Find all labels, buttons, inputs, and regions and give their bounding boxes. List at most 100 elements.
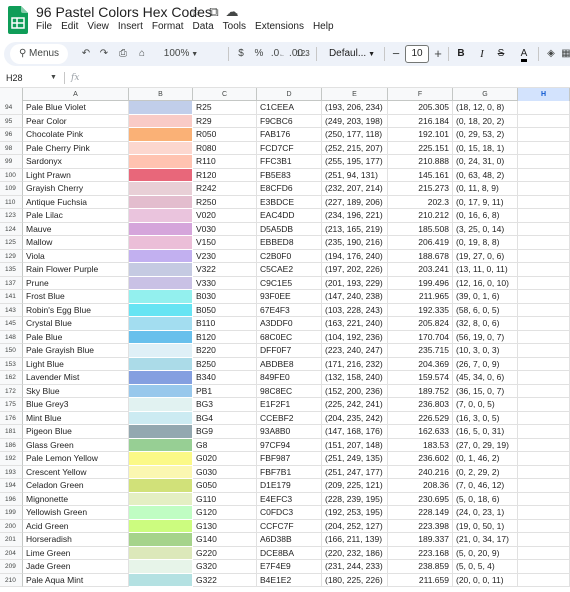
cell-color-swatch[interactable] xyxy=(129,222,193,236)
cell-color-name[interactable]: Lavender Mist xyxy=(23,371,129,385)
cell-color-swatch[interactable] xyxy=(129,425,193,439)
cell-color-swatch[interactable] xyxy=(129,128,193,142)
redo-icon[interactable]: ↷ xyxy=(96,42,112,66)
cell-cmyk-value[interactable]: (26, 7, 0, 9) xyxy=(453,357,518,371)
cell-color-code[interactable]: R29 xyxy=(193,114,257,128)
cell-color-swatch[interactable] xyxy=(129,290,193,304)
cell-empty-h[interactable] xyxy=(518,573,570,587)
cell-color-swatch[interactable] xyxy=(129,155,193,169)
cell-rgb-value[interactable]: (147, 168, 176) xyxy=(322,425,388,439)
cell-cmyk-value[interactable]: (0, 29, 53, 2) xyxy=(453,128,518,142)
cell-rgb-value[interactable]: (251, 94, 131) xyxy=(322,168,388,182)
cell-empty-h[interactable] xyxy=(518,101,570,115)
cell-rgb-value[interactable]: (192, 253, 195) xyxy=(322,506,388,520)
cell-hex-code[interactable]: FBF987 xyxy=(257,452,322,466)
cell-color-code[interactable]: B110 xyxy=(193,317,257,331)
cell-color-name[interactable]: Crystal Blue xyxy=(23,317,129,331)
borders-icon[interactable]: ▦ xyxy=(560,42,570,66)
cell-color-swatch[interactable] xyxy=(129,560,193,574)
cell-empty-h[interactable] xyxy=(518,506,570,520)
cell-color-swatch[interactable] xyxy=(129,101,193,115)
column-header-f[interactable]: F xyxy=(388,88,453,101)
increase-font-size-button[interactable]: + xyxy=(432,42,444,66)
cell-color-swatch[interactable] xyxy=(129,465,193,479)
cloud-status-icon[interactable]: ☁ xyxy=(224,4,240,20)
cell-color-swatch[interactable] xyxy=(129,182,193,196)
cell-rgb-value[interactable]: (197, 202, 226) xyxy=(322,263,388,277)
cell-rgb-value[interactable]: (163, 221, 240) xyxy=(322,317,388,331)
cell-color-code[interactable]: B340 xyxy=(193,371,257,385)
cell-cmyk-value[interactable]: (32, 8, 0, 6) xyxy=(453,317,518,331)
cell-cmyk-value[interactable]: (5, 0, 18, 6) xyxy=(453,492,518,506)
cell-hex-code[interactable]: ABDBE8 xyxy=(257,357,322,371)
cell-cmyk-value[interactable]: (24, 0, 23, 1) xyxy=(453,506,518,520)
cell-empty-h[interactable] xyxy=(518,303,570,317)
cell-rgb-value[interactable]: (204, 252, 127) xyxy=(322,519,388,533)
cell-rgb-value[interactable]: (104, 192, 236) xyxy=(322,330,388,344)
cell-hex-code[interactable]: DCE8BA xyxy=(257,546,322,560)
row-number[interactable]: 141 xyxy=(0,290,23,304)
cell-hex-code[interactable]: A6D38B xyxy=(257,533,322,547)
cell-cmyk-value[interactable]: (7, 0, 0, 5) xyxy=(453,398,518,412)
cell-color-swatch[interactable] xyxy=(129,263,193,277)
cell-color-swatch[interactable] xyxy=(129,114,193,128)
cell-color-swatch[interactable] xyxy=(129,141,193,155)
cell-empty-h[interactable] xyxy=(518,533,570,547)
cell-value-f[interactable]: 240.216 xyxy=(388,465,453,479)
star-icon[interactable]: ☆ xyxy=(188,4,204,20)
row-number[interactable]: 110 xyxy=(0,195,23,209)
cell-color-swatch[interactable] xyxy=(129,492,193,506)
cell-rgb-value[interactable]: (151, 207, 148) xyxy=(322,438,388,452)
cell-color-name[interactable]: Sky Blue xyxy=(23,384,129,398)
cell-color-name[interactable]: Robin's Egg Blue xyxy=(23,303,129,317)
cell-hex-code[interactable]: EBBED8 xyxy=(257,236,322,250)
cell-cmyk-value[interactable]: (0, 24, 31, 0) xyxy=(453,155,518,169)
menu-help[interactable]: Help xyxy=(313,21,334,33)
cell-color-name[interactable]: Jade Green xyxy=(23,560,129,574)
row-number[interactable]: 194 xyxy=(0,479,23,493)
cell-cmyk-value[interactable]: (16, 5, 0, 31) xyxy=(453,425,518,439)
cell-color-name[interactable]: Mignonette xyxy=(23,492,129,506)
cell-color-swatch[interactable] xyxy=(129,479,193,493)
cell-color-code[interactable]: R242 xyxy=(193,182,257,196)
cell-cmyk-value[interactable]: (20, 0, 0, 11) xyxy=(453,573,518,587)
percent-format-button[interactable]: % xyxy=(252,42,266,66)
cell-value-f[interactable]: 185.508 xyxy=(388,222,453,236)
cell-rgb-value[interactable]: (201, 193, 229) xyxy=(322,276,388,290)
row-number[interactable]: 148 xyxy=(0,330,23,344)
cell-rgb-value[interactable]: (250, 177, 118) xyxy=(322,128,388,142)
cell-color-name[interactable]: Celadon Green xyxy=(23,479,129,493)
cell-color-code[interactable]: BG9 xyxy=(193,425,257,439)
cell-rgb-value[interactable]: (228, 239, 195) xyxy=(322,492,388,506)
cell-value-f[interactable]: 236.803 xyxy=(388,398,453,412)
cell-cmyk-value[interactable]: (0, 2, 29, 2) xyxy=(453,465,518,479)
cell-color-code[interactable]: BG3 xyxy=(193,398,257,412)
cell-rgb-value[interactable]: (231, 244, 233) xyxy=(322,560,388,574)
menu-view[interactable]: View xyxy=(87,21,109,33)
row-number[interactable]: 181 xyxy=(0,425,23,439)
cell-color-code[interactable]: G140 xyxy=(193,533,257,547)
row-number[interactable]: 175 xyxy=(0,398,23,412)
menu-insert[interactable]: Insert xyxy=(118,21,143,33)
row-number[interactable]: 96 xyxy=(0,128,23,142)
cell-empty-h[interactable] xyxy=(518,452,570,466)
search-menus-button[interactable]: ⚲ Menus xyxy=(10,44,68,64)
cell-value-f[interactable]: 211.659 xyxy=(388,573,453,587)
cell-color-code[interactable]: G322 xyxy=(193,573,257,587)
cell-value-f[interactable]: 211.965 xyxy=(388,290,453,304)
cell-cmyk-value[interactable]: (0, 17, 9, 11) xyxy=(453,195,518,209)
cell-hex-code[interactable]: C2B0F0 xyxy=(257,249,322,263)
cell-color-swatch[interactable] xyxy=(129,357,193,371)
cell-color-swatch[interactable] xyxy=(129,236,193,250)
cell-hex-code[interactable]: 93A8B0 xyxy=(257,425,322,439)
row-number[interactable]: 135 xyxy=(0,263,23,277)
cell-cmyk-value[interactable]: (13, 11, 0, 11) xyxy=(453,263,518,277)
cell-hex-code[interactable]: E1F2F1 xyxy=(257,398,322,412)
bold-button[interactable]: B xyxy=(454,42,468,66)
move-folder-icon[interactable]: ⧉ xyxy=(206,4,222,20)
cell-color-swatch[interactable] xyxy=(129,317,193,331)
undo-icon[interactable]: ↶ xyxy=(78,42,94,66)
cell-color-code[interactable]: G020 xyxy=(193,452,257,466)
cell-hex-code[interactable]: F9CBC6 xyxy=(257,114,322,128)
cell-value-f[interactable]: 205.824 xyxy=(388,317,453,331)
